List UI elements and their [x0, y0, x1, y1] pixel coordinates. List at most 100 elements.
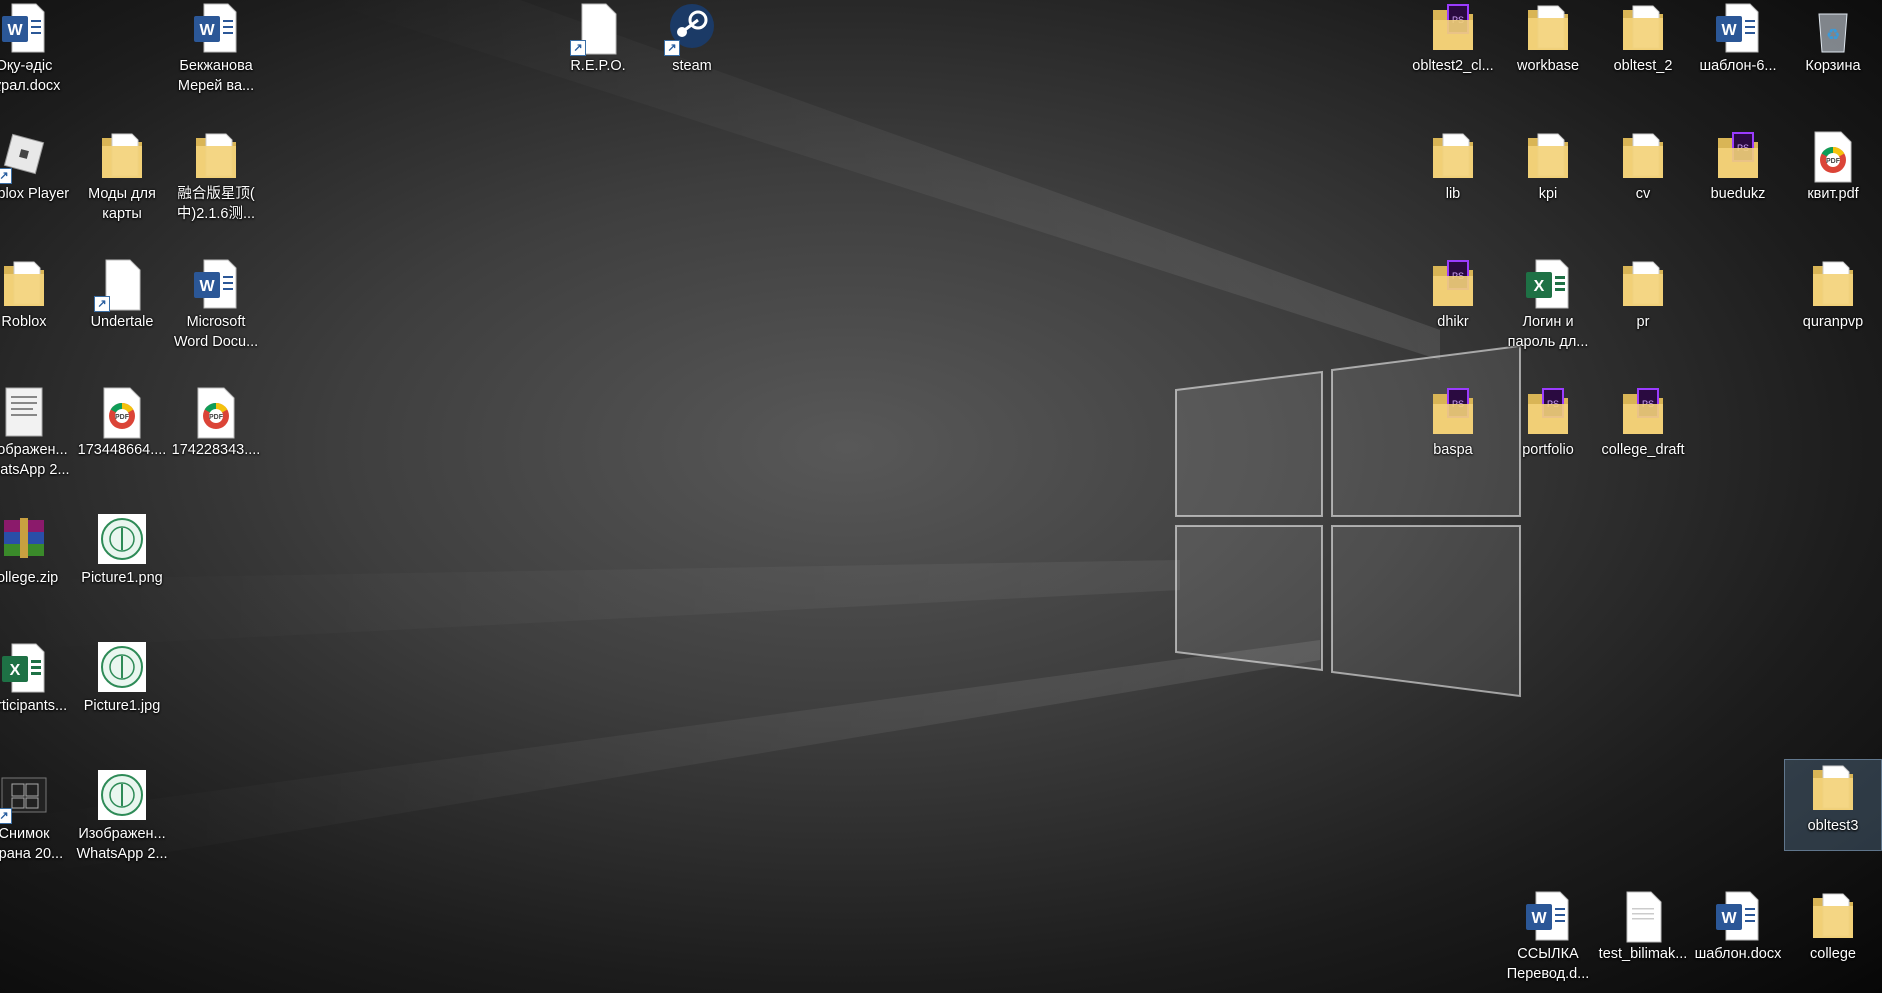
svg-text:X: X	[1534, 278, 1545, 295]
svg-text:PDF: PDF	[1826, 158, 1841, 165]
desktop-icon-label: workbase	[1516, 58, 1580, 74]
desktop-icon-label: quranpvp	[1802, 314, 1864, 330]
desktop-icon-label: portfolio	[1522, 442, 1574, 458]
desktop-icon-roblox[interactable]: Roblox	[0, 256, 72, 378]
desktop-icon-label: obltest2_cl...	[1412, 58, 1494, 74]
word-icon: W	[1714, 888, 1762, 944]
desktop-icon-cv[interactable]: cv	[1595, 128, 1691, 250]
desktop-icon-portfolio[interactable]: PS portfolio	[1500, 384, 1596, 506]
desktop-icon-label: cv	[1635, 186, 1651, 202]
recycle-icon: ♻	[1809, 0, 1857, 56]
desktop-icon-lib[interactable]: lib	[1405, 128, 1501, 250]
desktop-icon-label: 融合版星顶( 中)2.1.6测...	[176, 186, 256, 222]
folder-icon	[1524, 0, 1572, 56]
desktop-icon-quranpvp[interactable]: quranpvp	[1785, 256, 1881, 378]
desktop-icon-picture1-png[interactable]: Picture1.png	[74, 512, 170, 634]
desktop-icon-квит-pdf[interactable]: PDF квит.pdf	[1785, 128, 1881, 250]
desktop-icon-label: R.E.P.O.	[570, 58, 626, 74]
desktop-icon-obltest2-cl[interactable]: PS obltest2_cl...	[1405, 0, 1501, 122]
svg-text:X: X	[10, 662, 21, 679]
desktop-icon-microsoft-word-docu[interactable]: W Microsoft Word Docu...	[168, 256, 264, 378]
desktop-icon-label: kpi	[1538, 186, 1558, 202]
folder-icon	[192, 128, 240, 184]
desktop-icon-roblox-player[interactable]: ↗ Roblox Player	[0, 128, 72, 250]
svg-text:W: W	[7, 22, 23, 39]
desktop[interactable]: W Оқу-әдіс құрал.docx W Бекжанова Мерей ва.…	[0, 0, 1882, 993]
shortcut-arrow-icon: ↗	[664, 40, 680, 56]
svg-text:PDF: PDF	[209, 414, 224, 421]
desktop-icon-2-1-6[interactable]: 融合版星顶( 中)2.1.6测...	[168, 128, 264, 250]
steam-icon: ↗	[664, 0, 716, 56]
excel-icon: X	[0, 640, 48, 696]
shortcut-arrow-icon: ↗	[0, 808, 12, 824]
desktop-icon-ссылка-перевод-d[interactable]: W ССЫЛКА Перевод.d...	[1500, 888, 1596, 993]
desktop-icon-label: Моды для карты	[88, 186, 156, 222]
desktop-icon-шаблон-docx[interactable]: Wшаблон.docx	[1690, 888, 1786, 993]
desktop-icon-label: 174228343....	[171, 442, 261, 458]
desktop-icon-173448664[interactable]: PDF 173448664....	[74, 384, 170, 506]
desktop-icon-kpi[interactable]: kpi	[1500, 128, 1596, 250]
desktop-icon-label: Roblox Player	[0, 186, 70, 202]
desktop-icon-baspa[interactable]: PS baspa	[1405, 384, 1501, 506]
desktop-icon-buedukz[interactable]: PS buedukz	[1690, 128, 1786, 250]
blank-icon	[1619, 888, 1667, 944]
desktop-icon-моды-для-карты[interactable]: Моды для карты	[74, 128, 170, 250]
desktop-icon-picture1-jpg[interactable]: Picture1.jpg	[74, 640, 170, 762]
blank-shortcut-icon: ↗	[570, 0, 622, 56]
shortcut-arrow-icon: ↗	[94, 296, 110, 312]
desktop-icon-label: steam	[672, 58, 712, 74]
desktop-icon-label: Picture1.jpg	[83, 698, 161, 714]
desktop-icon-pr[interactable]: pr	[1595, 256, 1691, 378]
desktop-icon-label: Корзина	[1805, 58, 1861, 74]
desktop-icon-бекжанова-мерей-ва[interactable]: W Бекжанова Мерей ва...	[168, 0, 264, 122]
desktop-icon-оқу-әдіс-құрал-docx[interactable]: W Оқу-әдіс құрал.docx	[0, 0, 72, 122]
svg-text:W: W	[1721, 22, 1737, 39]
ps-folder-icon: PS	[1429, 0, 1477, 56]
desktop-icon-r-e-p-o[interactable]: ↗ R.E.P.O.	[550, 0, 646, 122]
folder-icon	[1524, 128, 1572, 184]
desktop-icon-label: college	[1810, 946, 1856, 962]
word-icon: W	[1714, 0, 1762, 56]
desktop-icon-workbase[interactable]: workbase	[1500, 0, 1596, 122]
desktop-icon-label: квит.pdf	[1807, 186, 1859, 202]
desktop-icon-dhikr[interactable]: PS dhikr	[1405, 256, 1501, 378]
desktop-icon-174228343[interactable]: PDF 174228343....	[168, 384, 264, 506]
desktop-icon-изображен-whatsapp-2[interactable]: Изображен... WhatsApp 2...	[74, 768, 170, 890]
folder-icon	[1619, 0, 1667, 56]
desktop-icon-obltest3[interactable]: obltest3	[1784, 759, 1882, 851]
desktop-icon-test-bilimak[interactable]: test_bilimak...	[1595, 888, 1691, 993]
folder-icon	[1809, 256, 1857, 312]
desktop-icon-college-draft[interactable]: PS college_draft	[1595, 384, 1691, 506]
desktop-icon-шаблон-6[interactable]: Wшаблон-6...	[1690, 0, 1786, 122]
desktop-icon-label: Picture1.png	[81, 570, 163, 586]
desktop-icon-изображен-whatsapp-2[interactable]: Изображен... WhatsApp 2...	[0, 384, 72, 506]
folder-icon	[1429, 128, 1477, 184]
word-icon: W	[192, 0, 240, 56]
desktop-icon-label: шаблон-6...	[1699, 58, 1777, 74]
excel-icon: X	[1524, 256, 1572, 312]
doc-image-icon	[0, 384, 48, 440]
desktop-icon-obltest-2[interactable]: obltest_2	[1595, 0, 1691, 122]
desktop-icon-корзина[interactable]: ♻ Корзина	[1785, 0, 1881, 122]
desktop-icon-label: obltest3	[1807, 818, 1859, 834]
desktop-icon-college-zip[interactable]: college.zip	[0, 512, 72, 634]
folder-icon	[0, 256, 48, 312]
desktop-icon-label: participants...	[0, 698, 68, 714]
desktop-icon-college[interactable]: college	[1785, 888, 1881, 993]
desktop-icon-label: Изображен... WhatsApp 2...	[0, 442, 70, 478]
desktop-icon-логин-и-пароль-дл[interactable]: X Логин и пароль дл...	[1500, 256, 1596, 378]
desktop-icon-participants[interactable]: Xparticipants...	[0, 640, 72, 762]
folder-icon	[1619, 256, 1667, 312]
pdf-icon: PDF	[192, 384, 240, 440]
roblox-icon: ↗	[0, 128, 48, 184]
desktop-icon-label: Снимок экрана 20...	[0, 826, 64, 862]
blank-shortcut-icon: ↗	[94, 256, 146, 312]
ps-folder-icon: PS	[1714, 128, 1762, 184]
desktop-icon-steam[interactable]: ↗ steam	[644, 0, 740, 122]
desktop-icon-label: college.zip	[0, 570, 59, 586]
desktop-icon-label: lib	[1445, 186, 1461, 202]
desktop-icon-undertale[interactable]: ↗ Undertale	[74, 256, 170, 378]
desktop-icon-label: ССЫЛКА Перевод.d...	[1506, 946, 1590, 982]
desktop-icon-label: Microsoft Word Docu...	[173, 314, 259, 350]
desktop-icon-снимок-экрана-20[interactable]: ↗ Снимок экрана 20...	[0, 768, 72, 890]
